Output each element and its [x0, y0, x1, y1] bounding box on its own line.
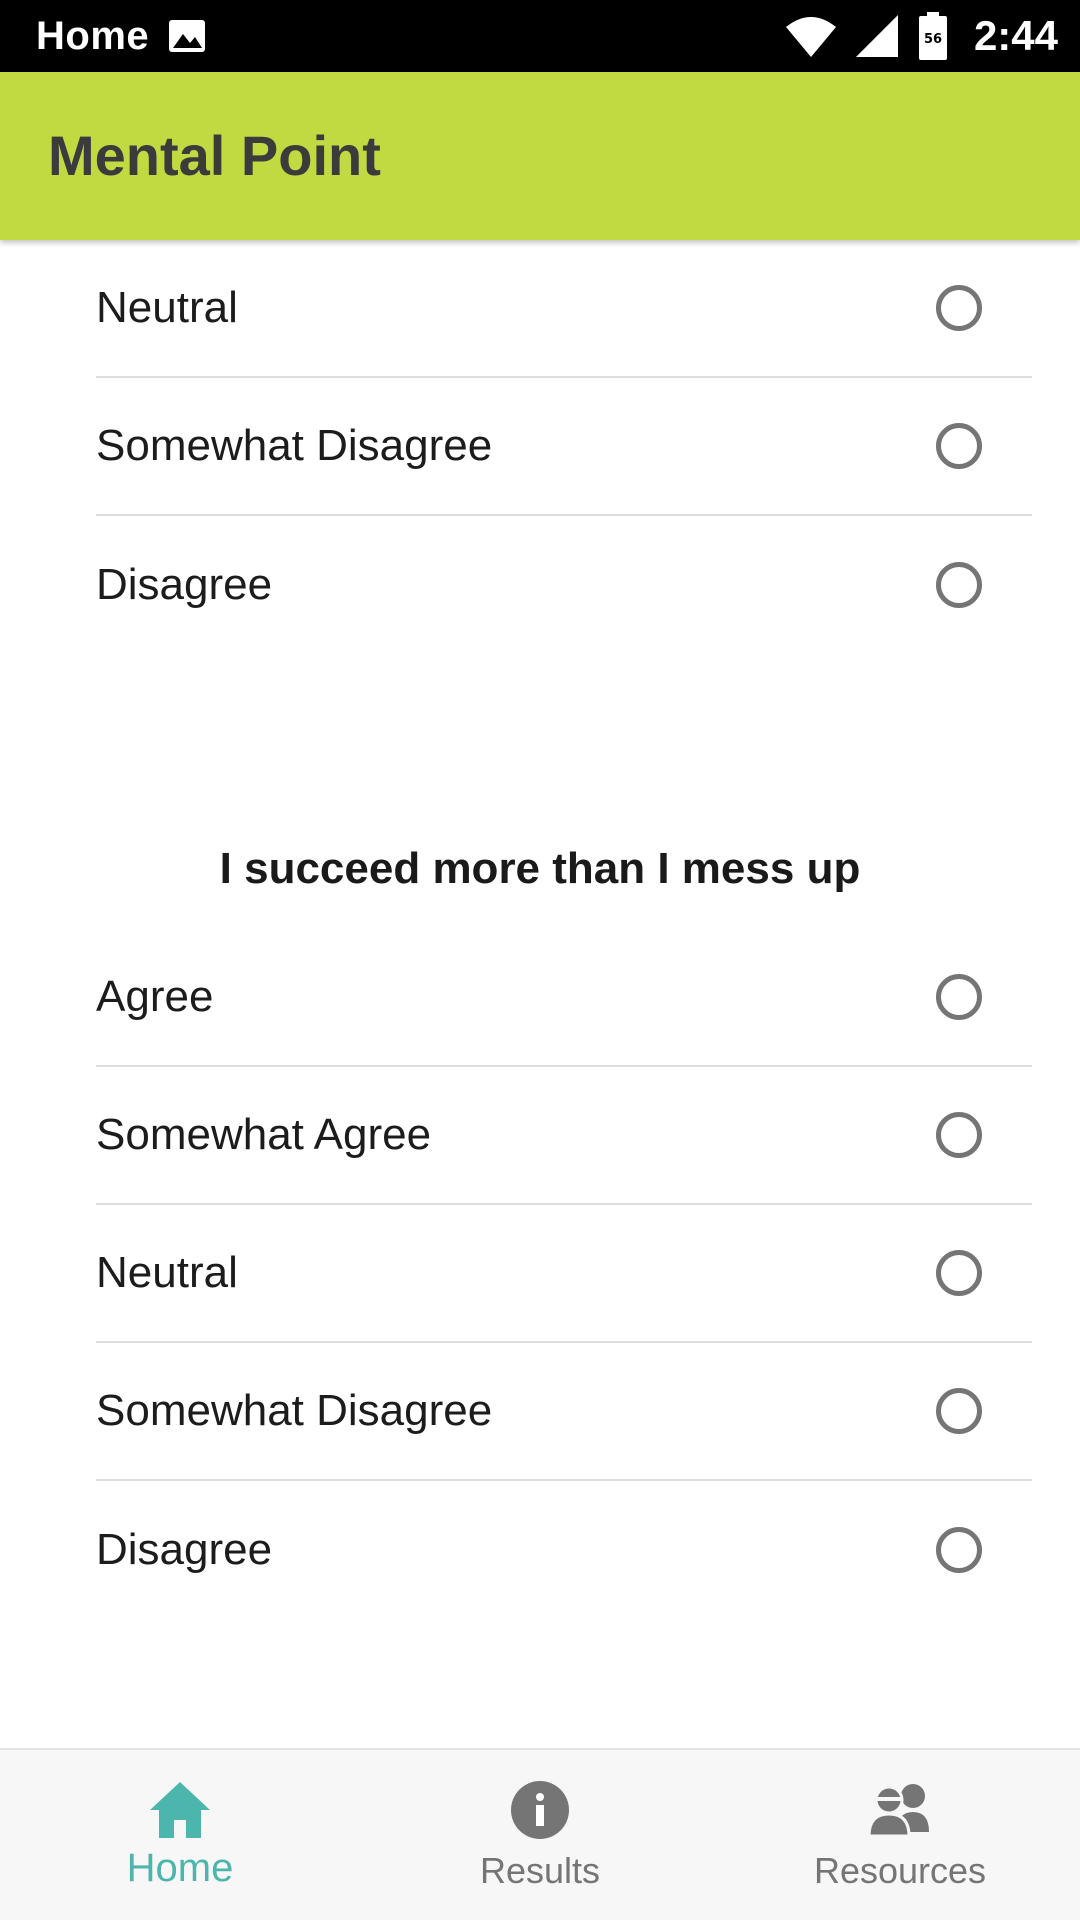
radio-button[interactable]	[936, 285, 982, 331]
status-app-name: Home	[36, 13, 150, 58]
status-bar-right: 56 2:44	[784, 0, 1058, 72]
option-row[interactable]: Neutral	[96, 240, 1032, 378]
radio-button[interactable]	[936, 423, 982, 469]
option-label: Somewhat Agree	[96, 1110, 432, 1159]
option-row[interactable]: Disagree	[96, 1481, 1032, 1619]
battery-icon: 56	[918, 12, 948, 60]
option-row[interactable]: Agree	[96, 929, 1032, 1067]
nav-home-label: Home	[126, 1846, 234, 1890]
app-title: Mental Point	[48, 124, 381, 187]
status-bar-left: Home	[36, 0, 207, 72]
option-label: Neutral	[96, 1248, 238, 1297]
option-label: Agree	[96, 972, 214, 1021]
nav-resources[interactable]: Resources	[720, 1750, 1080, 1920]
nav-results[interactable]: Results	[360, 1750, 720, 1920]
option-row[interactable]: Disagree	[96, 516, 1032, 654]
info-icon	[360, 1780, 720, 1840]
bottom-navigation: Home Results Resources	[0, 1748, 1080, 1920]
radio-button[interactable]	[936, 1250, 982, 1296]
option-label: Somewhat Disagree	[96, 1386, 493, 1435]
option-row[interactable]: Neutral	[96, 1205, 1032, 1343]
radio-button[interactable]	[936, 1112, 982, 1158]
status-time: 2:44	[973, 12, 1058, 59]
image-icon	[167, 18, 207, 54]
app-bar: Mental Point	[0, 72, 1080, 240]
question-text: I succeed more than I mess up	[219, 844, 861, 893]
option-label: Disagree	[96, 560, 273, 609]
option-row[interactable]: Somewhat Disagree	[96, 1343, 1032, 1481]
nav-home[interactable]: Home	[0, 1750, 360, 1920]
option-row[interactable]: Somewhat Agree	[96, 1067, 1032, 1205]
battery-level-text: 56	[924, 32, 942, 47]
radio-button[interactable]	[936, 1388, 982, 1434]
nav-resources-label: Resources	[813, 1850, 987, 1891]
status-bar: Home 56 2:44	[0, 0, 1080, 72]
people-icon	[720, 1780, 1080, 1838]
question-1-options: Neutral Somewhat Disagree Disagree	[96, 240, 1032, 654]
option-label: Disagree	[96, 1525, 273, 1574]
question-2-options: Agree Somewhat Agree Neutral Somewhat Di…	[96, 929, 1032, 1619]
cell-signal-icon	[855, 15, 900, 57]
option-label: Neutral	[96, 283, 238, 332]
radio-button[interactable]	[936, 974, 982, 1020]
nav-results-label: Results	[479, 1850, 601, 1891]
questionnaire-content[interactable]: Neutral Somewhat Disagree Disagree I suc…	[0, 240, 1080, 1748]
wifi-icon	[784, 15, 838, 57]
radio-button[interactable]	[936, 1527, 982, 1573]
radio-button[interactable]	[936, 562, 982, 608]
option-label: Somewhat Disagree	[96, 421, 493, 470]
home-icon	[0, 1780, 360, 1840]
option-row[interactable]: Somewhat Disagree	[96, 378, 1032, 516]
